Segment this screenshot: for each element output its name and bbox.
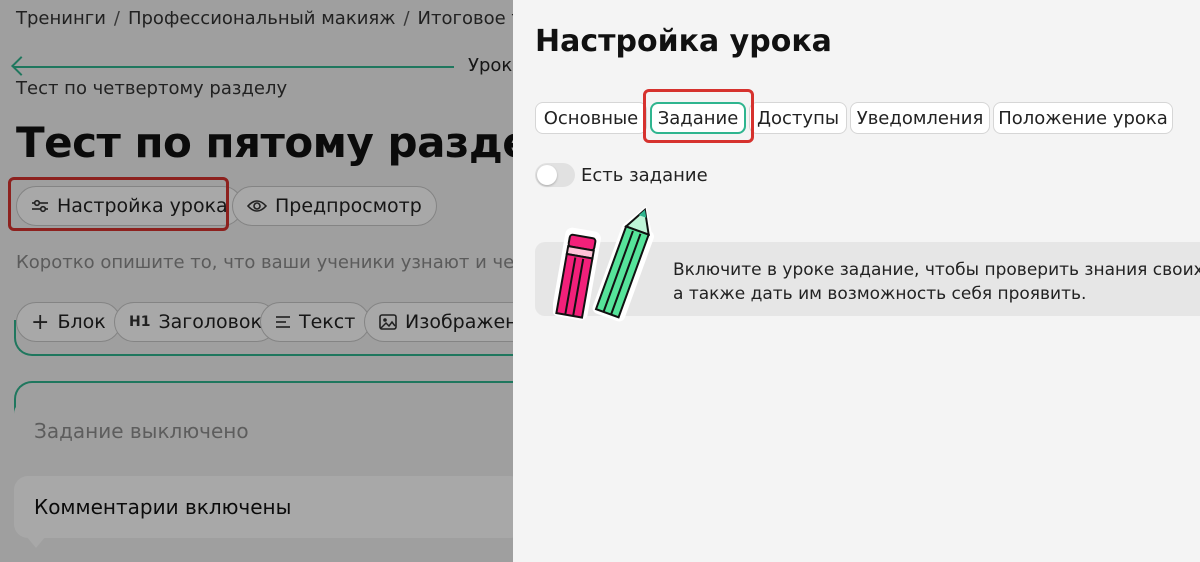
panel-title: Настройка урока [535, 24, 832, 59]
tab-access[interactable]: Доступы [749, 102, 847, 134]
eye-icon [247, 199, 267, 213]
breadcrumb-item-course[interactable]: Профессиональный макияж [128, 8, 395, 29]
tab-basic[interactable]: Основные [535, 102, 647, 134]
lesson-settings-panel: Настройка урока Основные Задание Доступы… [513, 0, 1200, 562]
pencils-illustration [552, 196, 683, 326]
comments-status-text: Комментарии включены [34, 495, 292, 519]
breadcrumb-item-module[interactable]: Итоговое те [418, 8, 513, 29]
prev-lesson-link[interactable]: Тест по четвертому разделу [16, 78, 287, 99]
preview-button[interactable]: Предпросмотр [232, 186, 437, 226]
description-input[interactable]: Коротко опишите то, что ваши ученики узн… [16, 252, 513, 273]
lesson-editor: Тренинги / Профессиональный макияж / Итогово… [0, 0, 513, 562]
toggle-knob [537, 165, 557, 185]
task-status-text: Задание выключено [34, 419, 249, 443]
breadcrumb-separator: / [113, 8, 120, 29]
task-info-line-1: Включите в уроке задание, чтобы проверит… [673, 260, 1200, 280]
has-task-toggle[interactable] [535, 163, 575, 187]
tab-lesson-position[interactable]: Положение урока [993, 102, 1173, 134]
task-status-card[interactable]: Задание выключено [14, 400, 513, 462]
breadcrumb: Тренинги / Профессиональный макияж / Итогово… [16, 8, 513, 29]
next-lesson-link[interactable]: Урок [468, 55, 512, 76]
task-info-line-2: а также дать им возможность себя проявит… [673, 284, 1087, 304]
task-info-text: Включите в уроке задание, чтобы проверит… [673, 258, 1200, 306]
highlight-task-tab [643, 89, 754, 143]
lesson-nav-line [14, 66, 454, 68]
section-divider-top [14, 320, 513, 356]
comments-status-card[interactable]: Комментарии включены [14, 476, 513, 538]
lesson-title[interactable]: Тест по пятому разделу [16, 118, 513, 167]
breadcrumb-item-trainings[interactable]: Тренинги [16, 8, 106, 29]
breadcrumb-separator: / [403, 8, 410, 29]
tab-notifications[interactable]: Уведомления [850, 102, 990, 134]
comment-bubble-tail [26, 536, 46, 548]
highlight-settings-button [8, 177, 229, 231]
has-task-label: Есть задание [581, 165, 708, 186]
preview-label: Предпросмотр [275, 195, 422, 217]
